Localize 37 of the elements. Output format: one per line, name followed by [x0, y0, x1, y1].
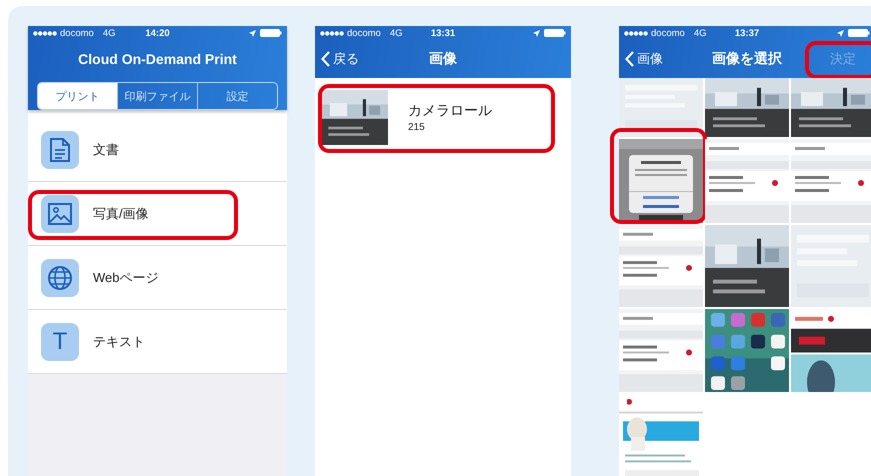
status-time: 13:37 — [734, 28, 760, 38]
battery-icon — [544, 29, 566, 37]
battery-icon — [260, 29, 282, 37]
carrier-name: docomo — [60, 28, 94, 38]
menu-item[interactable]: T テキスト — [28, 310, 287, 374]
screen-title: 画像を選択 — [712, 50, 782, 68]
letter-icon: T — [41, 322, 79, 360]
image-icon — [41, 194, 79, 232]
menu-item[interactable]: 文書 — [28, 118, 287, 182]
menu-item[interactable]: Webページ — [28, 246, 287, 310]
screen-title: Cloud On-Demand Print — [78, 51, 237, 67]
segment-tab[interactable]: プリント — [38, 83, 117, 109]
document-icon — [41, 130, 79, 168]
signal-icon — [624, 30, 648, 36]
location-icon — [249, 30, 256, 36]
segment-tab[interactable]: 設定 — [197, 83, 277, 109]
network-type: 4G — [694, 28, 706, 38]
battery-icon — [848, 29, 870, 37]
signal-icon — [33, 30, 57, 36]
chevron-icon — [321, 51, 330, 67]
segment-tab[interactable]: 印刷ファイル — [117, 83, 197, 109]
globe-icon — [41, 258, 79, 296]
album-row[interactable]: カメラロール 215 — [315, 85, 571, 150]
location-icon — [837, 30, 844, 36]
chevron-icon — [625, 51, 634, 67]
screen-title: 画像 — [429, 50, 457, 68]
back-button[interactable]: 画像 — [625, 50, 663, 68]
signal-icon — [320, 30, 344, 36]
network-type: 4G — [390, 28, 402, 38]
status-time: 14:20 — [145, 28, 170, 38]
status-time: 13:31 — [430, 28, 456, 38]
network-type: 4G — [102, 28, 116, 38]
location-icon — [533, 30, 540, 36]
back-button[interactable]: 戻る — [321, 50, 359, 68]
carrier-name: docomo — [651, 28, 685, 38]
menu-item[interactable]: 写真/画像 — [28, 182, 287, 246]
carrier-name: docomo — [347, 28, 381, 38]
